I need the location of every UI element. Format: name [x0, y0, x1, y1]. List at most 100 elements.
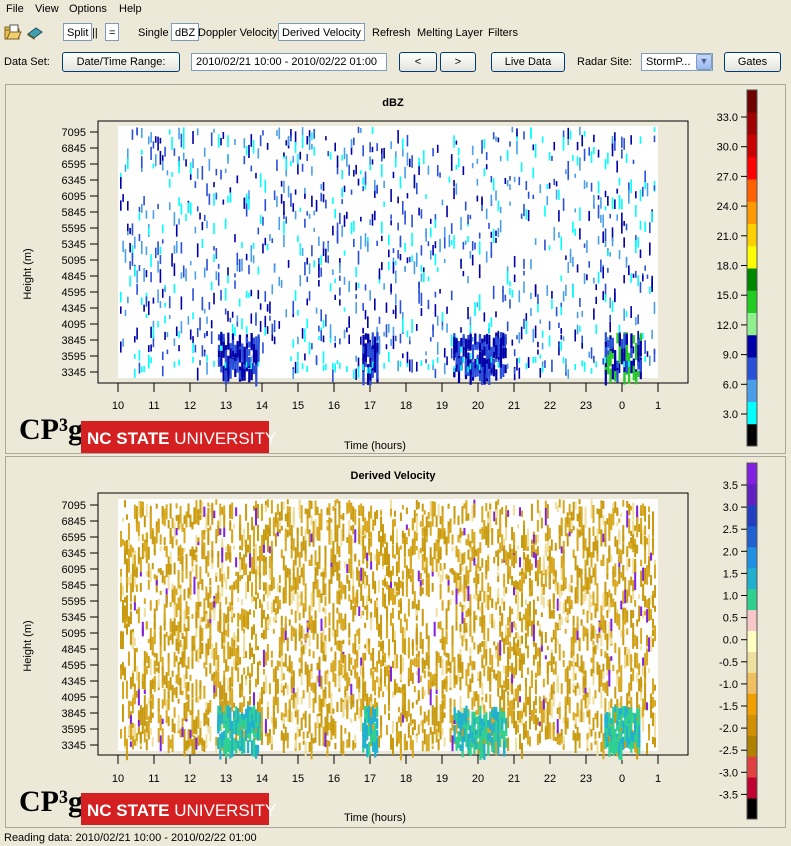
- heatmap-cell: [395, 683, 398, 693]
- heatmap-cell: [318, 723, 321, 736]
- heatmap-cell: [544, 360, 546, 368]
- y-tick-label: 4095: [62, 319, 86, 331]
- heatmap-cell: [489, 514, 492, 532]
- heatmap-cell: [381, 235, 383, 242]
- heatmap-cell: [455, 738, 458, 746]
- heatmap-cell: [168, 296, 171, 309]
- heatmap-cell: [256, 524, 259, 541]
- heatmap-cell: [314, 550, 317, 566]
- heatmap-cell: [397, 584, 400, 595]
- dbz-button[interactable]: dBZ: [171, 23, 200, 41]
- heatmap-cell: [609, 297, 611, 309]
- split-button[interactable]: Split: [63, 23, 93, 41]
- heatmap-cell: [415, 515, 418, 532]
- heatmap-cell: [296, 709, 299, 725]
- heatmap-cell: [251, 720, 254, 728]
- heatmap-cell: [374, 697, 377, 707]
- next-button[interactable]: >: [440, 52, 476, 72]
- heatmap-cell: [477, 644, 480, 655]
- prev-button[interactable]: <: [399, 52, 437, 72]
- heatmap-cell: [340, 653, 343, 664]
- heatmap-cell: [302, 608, 305, 619]
- heatmap-cell: [173, 148, 176, 156]
- open-folder-icon[interactable]: [4, 24, 22, 40]
- heatmap-cell: [338, 546, 341, 555]
- heatmap-cell: [511, 622, 514, 633]
- heatmap-cell: [334, 565, 337, 571]
- heatmap-cell: [219, 528, 222, 536]
- doppler-velocity-button[interactable]: Doppler Velocity: [198, 27, 278, 39]
- heatmap-cell: [191, 636, 194, 643]
- heatmap-cell: [145, 549, 148, 559]
- heatmap-cell: [493, 619, 496, 630]
- heatmap-cell: [509, 641, 512, 660]
- date-range-button[interactable]: Date/Time Range:: [62, 52, 180, 72]
- heatmap-cell: [161, 506, 164, 518]
- heatmap-cell: [639, 189, 642, 202]
- heatmap-cell: [437, 570, 440, 577]
- heatmap-cell: [455, 603, 458, 622]
- heatmap-cell: [163, 575, 166, 585]
- heatmap-cell: [352, 643, 355, 654]
- heatmap-cell: [187, 606, 190, 615]
- heatmap-cell: [206, 355, 208, 362]
- heatmap-cell: [411, 319, 413, 333]
- heatmap-cell: [258, 578, 261, 589]
- refresh-button[interactable]: Refresh: [372, 27, 411, 39]
- heatmap-cell: [404, 166, 406, 179]
- heatmap-cell: [511, 713, 514, 724]
- heatmap-cell: [151, 636, 154, 654]
- heatmap-cell: [362, 364, 364, 371]
- heatmap-cell: [399, 687, 402, 694]
- heatmap-cell: [217, 525, 220, 536]
- menu-options[interactable]: Options: [69, 3, 107, 15]
- heatmap-cell: [371, 159, 374, 165]
- heatmap-cell: [195, 564, 198, 580]
- chevron-down-icon[interactable]: ▼: [696, 54, 712, 70]
- vsplit-button[interactable]: ||: [92, 27, 98, 39]
- heatmap-cell: [579, 298, 581, 307]
- heatmap-cell: [308, 648, 311, 657]
- menu-view[interactable]: View: [35, 3, 59, 15]
- heatmap-cell: [499, 640, 502, 656]
- heatmap-cell: [329, 283, 332, 292]
- hsplit-button[interactable]: =: [105, 23, 119, 41]
- heatmap-cell: [177, 573, 180, 589]
- heatmap-cell: [243, 737, 246, 750]
- heatmap-cell: [469, 557, 472, 573]
- heatmap-cell: [151, 563, 154, 570]
- heatmap-cell: [266, 601, 269, 611]
- heatmap-cell: [161, 224, 164, 233]
- heatmap-cell: [328, 740, 331, 747]
- colorbar-label: 6.0: [723, 379, 738, 391]
- heatmap-cell: [604, 332, 607, 344]
- menu-help[interactable]: Help: [119, 3, 142, 15]
- heatmap-cell: [505, 550, 508, 566]
- heatmap-cell: [505, 525, 508, 541]
- heatmap-cell: [312, 698, 315, 713]
- heatmap-cell: [143, 695, 146, 710]
- derived-velocity-button[interactable]: Derived Velocity: [278, 23, 365, 41]
- heatmap-cell: [137, 521, 140, 536]
- heatmap-cell: [235, 720, 238, 735]
- live-data-button[interactable]: Live Data: [491, 52, 565, 72]
- heatmap-cell: [283, 152, 285, 157]
- heatmap-cell: [231, 637, 234, 648]
- heatmap-cell: [479, 590, 482, 602]
- single-button[interactable]: Single: [138, 27, 169, 39]
- heatmap-cell: [181, 690, 184, 696]
- heatmap-cell: [467, 740, 470, 748]
- gates-button[interactable]: Gates: [724, 52, 781, 72]
- heatmap-cell: [121, 631, 124, 650]
- filters-button[interactable]: Filters: [488, 27, 518, 39]
- heatmap-cell: [177, 714, 180, 731]
- heatmap-cell: [302, 572, 305, 584]
- heatmap-cell: [499, 625, 502, 637]
- heatmap-cell: [421, 740, 424, 752]
- book-icon[interactable]: [26, 24, 44, 40]
- date-range-field[interactable]: 2010/02/21 10:00 - 2010/02/22 01:00: [191, 53, 387, 71]
- menu-file[interactable]: File: [6, 3, 24, 15]
- heatmap-cell: [219, 714, 222, 721]
- melting-layer-button[interactable]: Melting Layer: [417, 27, 483, 39]
- heatmap-cell: [328, 627, 331, 642]
